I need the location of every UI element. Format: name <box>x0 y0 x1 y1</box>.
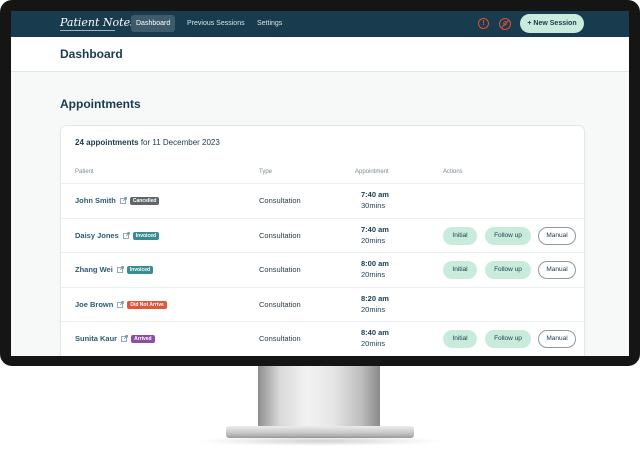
brand-logo[interactable]: Patient Notes <box>60 16 136 29</box>
appointment-duration: 20mins <box>361 270 386 279</box>
appointment-time: 8:00 am <box>361 259 389 268</box>
no-recording-icon[interactable] <box>499 18 511 30</box>
alert-circle-icon[interactable]: ! <box>478 18 489 29</box>
status-badge: Invoiced <box>132 232 160 241</box>
patient-cell: Sunita Kaur Arrived <box>75 334 155 344</box>
monitor-stand <box>258 366 380 428</box>
appointment-time: 7:40 am <box>361 225 389 234</box>
appointment-duration: 20mins <box>361 339 386 348</box>
external-link-icon[interactable] <box>119 196 127 206</box>
column-header-actions: Actions <box>443 169 463 175</box>
monitor-frame: Patient Notes Dashboard Previous Session… <box>0 0 640 366</box>
follow-up-button[interactable]: Follow up <box>485 227 531 245</box>
appointment-duration: 30mins <box>361 201 386 210</box>
appointment-type: Consultation <box>259 265 301 274</box>
tab-dashboard[interactable]: Dashboard <box>131 15 176 32</box>
status-badge: Arrived <box>131 335 155 344</box>
table-row: John Smith Cancelled Consultation 7:40 am 30… <box>61 183 584 218</box>
new-session-button[interactable]: + New Session <box>520 14 584 33</box>
manual-button[interactable]: Manual <box>538 261 576 279</box>
appointment-duration: 20mins <box>361 305 386 314</box>
appointment-time: 8:20 am <box>361 294 389 303</box>
appointment-type: Consultation <box>259 196 301 205</box>
appointment-date: for 11 December 2023 <box>140 138 220 147</box>
initial-button[interactable]: Initial <box>443 330 477 348</box>
app-screen: Patient Notes Dashboard Previous Session… <box>11 11 629 356</box>
column-header-patient: Patient <box>75 169 94 175</box>
status-badge: Invoiced <box>126 266 154 275</box>
appointments-summary: 24 appointments for 11 December 2023 <box>75 138 220 147</box>
appointments-card: 24 appointments for 11 December 2023 Pat… <box>60 125 585 356</box>
appointment-type: Consultation <box>259 300 301 309</box>
appointment-type: Consultation <box>259 231 301 240</box>
appointment-duration: 20mins <box>361 236 386 245</box>
patient-name-link[interactable]: Joe Brown <box>75 300 113 309</box>
patient-name-link[interactable]: John Smith <box>75 196 116 205</box>
appointment-count: 24 appointments <box>75 138 139 147</box>
section-title-appointments: Appointments <box>60 97 141 111</box>
tab-previous-sessions[interactable]: Previous Sessions <box>182 15 250 32</box>
page-header: Dashboard <box>11 37 629 72</box>
follow-up-button[interactable]: Follow up <box>485 330 531 348</box>
patient-name-link[interactable]: Sunita Kaur <box>75 334 117 343</box>
appointment-time-cell: 7:40 am 30mins <box>361 189 389 211</box>
patient-name-link[interactable]: Zhang Wei <box>75 265 113 274</box>
status-badge: Did Not Arrive <box>127 301 167 310</box>
page-title: Dashboard <box>60 47 123 61</box>
table-row: Daisy Jones Invoiced Consultation 7:40 am 20… <box>61 218 584 253</box>
tab-settings[interactable]: Settings <box>252 15 287 32</box>
appointment-time: 8:40 am <box>361 328 389 337</box>
appointment-time-cell: 8:40 am 20mins <box>361 327 389 349</box>
manual-button[interactable]: Manual <box>538 227 576 245</box>
monitor-shadow <box>196 436 444 446</box>
patient-name-link[interactable]: Daisy Jones <box>75 231 119 240</box>
initial-button[interactable]: Initial <box>443 261 477 279</box>
external-link-icon[interactable] <box>117 300 125 310</box>
manual-button[interactable]: Manual <box>538 330 576 348</box>
table-row: Sunita Kaur Arrived Consultation 8:40 am 20m… <box>61 321 584 356</box>
patient-cell: Joe Brown Did Not Arrive <box>75 300 167 310</box>
initial-button[interactable]: Initial <box>443 227 477 245</box>
external-link-icon[interactable] <box>122 231 130 241</box>
patient-cell: Daisy Jones Invoiced <box>75 231 160 241</box>
appointment-time-cell: 7:40 am 20mins <box>361 224 389 246</box>
external-link-icon[interactable] <box>116 265 124 275</box>
external-link-icon[interactable] <box>121 334 128 344</box>
appointment-type: Consultation <box>259 334 301 343</box>
table-row: Zhang Wei Invoiced Consultation 8:00 am 20mi… <box>61 252 584 287</box>
column-header-type: Type <box>259 169 273 175</box>
table-row: Joe Brown Did Not Arrive Consultation 8:20 … <box>61 287 584 322</box>
top-navbar: Patient Notes Dashboard Previous Session… <box>11 11 629 37</box>
appointment-time-cell: 8:20 am 20mins <box>361 293 389 315</box>
patient-cell: Zhang Wei Invoiced <box>75 265 154 275</box>
appointment-time-cell: 8:00 am 20mins <box>361 258 389 280</box>
follow-up-button[interactable]: Follow up <box>485 261 531 279</box>
column-header-appointment: Appointment <box>355 169 389 175</box>
appointment-time: 7:40 am <box>361 190 389 199</box>
status-badge: Cancelled <box>129 197 160 206</box>
brand-underline <box>60 30 115 31</box>
patient-cell: John Smith Cancelled <box>75 196 160 206</box>
